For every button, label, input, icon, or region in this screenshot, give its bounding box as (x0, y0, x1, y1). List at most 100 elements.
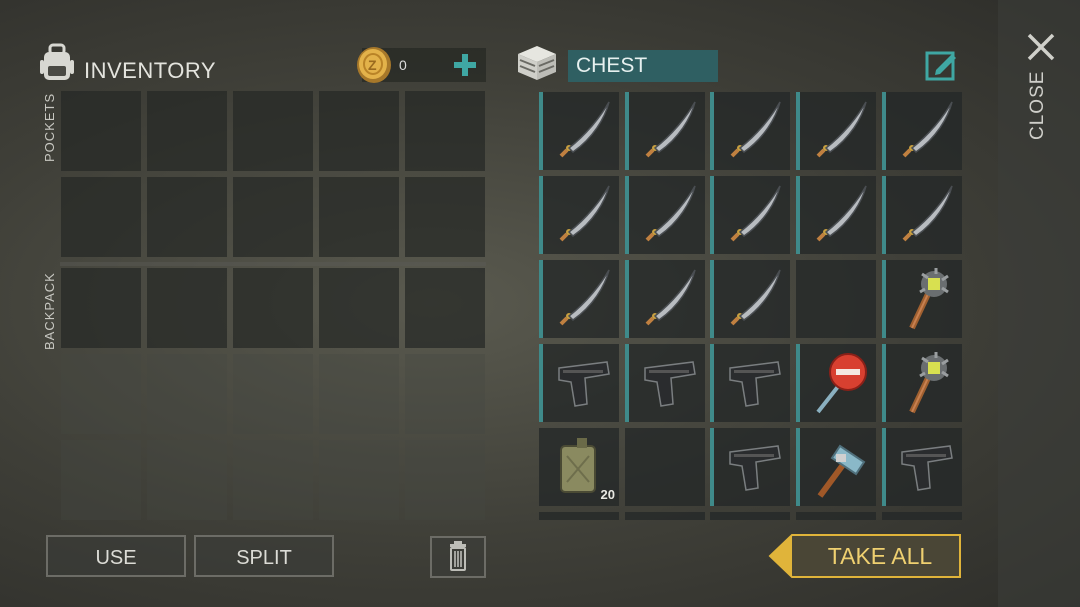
take-all-label[interactable]: TAKE ALL (800, 534, 960, 578)
backpack-slot[interactable] (233, 440, 313, 520)
pocket-slot[interactable] (147, 177, 227, 257)
backpack-slot[interactable] (319, 440, 399, 520)
slot-accent-bar (710, 92, 714, 170)
slot-accent-bar (710, 344, 714, 422)
split-button[interactable]: SPLIT (194, 535, 334, 577)
machete-icon (816, 185, 867, 242)
chest-slot[interactable] (625, 176, 705, 254)
inventory-title: INVENTORY (84, 58, 217, 83)
machete-icon (816, 101, 867, 158)
item-quantity: 20 (600, 487, 615, 502)
backpack-slot[interactable] (61, 440, 141, 520)
slot-accent-bar (625, 344, 629, 422)
slot-accent-bar (625, 176, 629, 254)
machete-icon (730, 101, 781, 158)
chest-slot[interactable] (625, 260, 705, 338)
chest-slot[interactable] (625, 428, 705, 506)
slot-accent-bar (539, 260, 543, 338)
backpack-slot[interactable] (233, 268, 313, 348)
chest-slot[interactable] (796, 260, 876, 338)
slot-accent-bar (710, 260, 714, 338)
slot-accent-bar (796, 92, 800, 170)
chest-slot[interactable] (539, 512, 619, 520)
chest-slot[interactable] (796, 428, 876, 506)
slot-accent-bar (710, 176, 714, 254)
pistol-icon (729, 361, 781, 407)
machete-icon (730, 185, 781, 242)
chest-slot[interactable] (539, 344, 619, 422)
slot-accent-bar (710, 428, 714, 506)
pocket-slot[interactable] (61, 91, 141, 171)
chest-slot[interactable] (539, 176, 619, 254)
chest-title[interactable]: CHEST (568, 50, 718, 82)
backpack-slot[interactable] (147, 354, 227, 434)
chest-slot[interactable] (882, 428, 962, 506)
pocket-slot[interactable] (405, 91, 485, 171)
chest-slot[interactable] (882, 92, 962, 170)
edit-rename-icon[interactable] (924, 48, 958, 82)
chest-slot[interactable] (539, 260, 619, 338)
slot-accent-bar (882, 260, 886, 338)
backpack-slot[interactable] (319, 268, 399, 348)
spiked-club-icon (909, 268, 949, 330)
chest-slot[interactable] (710, 512, 790, 520)
pocket-slot[interactable] (319, 177, 399, 257)
pocket-slot[interactable] (405, 177, 485, 257)
backpack-slot[interactable] (405, 440, 485, 520)
use-button[interactable]: USE (46, 535, 186, 577)
slot-accent-bar (882, 344, 886, 422)
machete-icon (645, 101, 696, 158)
chest-slot[interactable] (882, 512, 962, 520)
pocket-slot[interactable] (319, 91, 399, 171)
backpack-slot[interactable] (147, 440, 227, 520)
slot-accent-bar (796, 428, 800, 506)
machete-icon (559, 185, 610, 242)
chest-slot[interactable] (710, 260, 790, 338)
close-icon[interactable] (1024, 30, 1058, 64)
chest-slot[interactable] (796, 512, 876, 520)
chest-slot[interactable] (539, 92, 619, 170)
slot-accent-bar (539, 92, 543, 170)
pocket-slot[interactable] (233, 91, 313, 171)
chest-slot[interactable] (625, 92, 705, 170)
svg-text:Z: Z (368, 57, 377, 73)
backpack-slot[interactable] (405, 268, 485, 348)
backpack-slot[interactable] (233, 354, 313, 434)
machete-icon (559, 101, 610, 158)
backpack-slot[interactable] (61, 268, 141, 348)
slot-accent-bar (796, 176, 800, 254)
pocket-slot[interactable] (61, 177, 141, 257)
chest-slot[interactable] (625, 512, 705, 520)
backpack-slot[interactable] (319, 354, 399, 434)
machete-icon (902, 185, 953, 242)
chest-slot[interactable] (882, 344, 962, 422)
pocket-slot[interactable] (147, 91, 227, 171)
slot-accent-bar (539, 344, 543, 422)
close-label[interactable]: CLOSE (1027, 71, 1055, 140)
slot-accent-bar (796, 344, 800, 422)
backpack-slot[interactable] (147, 268, 227, 348)
backpack-slot[interactable] (61, 354, 141, 434)
coin-count: 0 (399, 57, 407, 73)
pocket-slot[interactable] (233, 177, 313, 257)
chest-slot[interactable] (882, 176, 962, 254)
chest-slot[interactable] (710, 92, 790, 170)
machete-icon (730, 269, 781, 326)
trash-button[interactable] (430, 536, 486, 578)
slot-accent-bar (882, 176, 886, 254)
chest-slot[interactable] (710, 428, 790, 506)
pockets-label: POCKETS (42, 92, 57, 162)
chest-slot[interactable] (882, 260, 962, 338)
chest-slot[interactable] (796, 176, 876, 254)
pistol-icon (729, 445, 781, 491)
chest-slot[interactable] (710, 176, 790, 254)
chest-slot[interactable] (796, 344, 876, 422)
spiked-club-icon (909, 352, 949, 414)
chest-slot[interactable] (710, 344, 790, 422)
backpack-label: BACKPACK (42, 272, 57, 350)
chest-slot[interactable]: 20 (539, 428, 619, 506)
chest-slot[interactable] (796, 92, 876, 170)
backpack-slot[interactable] (405, 354, 485, 434)
add-coins-plus-icon[interactable] (452, 52, 478, 78)
chest-slot[interactable] (625, 344, 705, 422)
